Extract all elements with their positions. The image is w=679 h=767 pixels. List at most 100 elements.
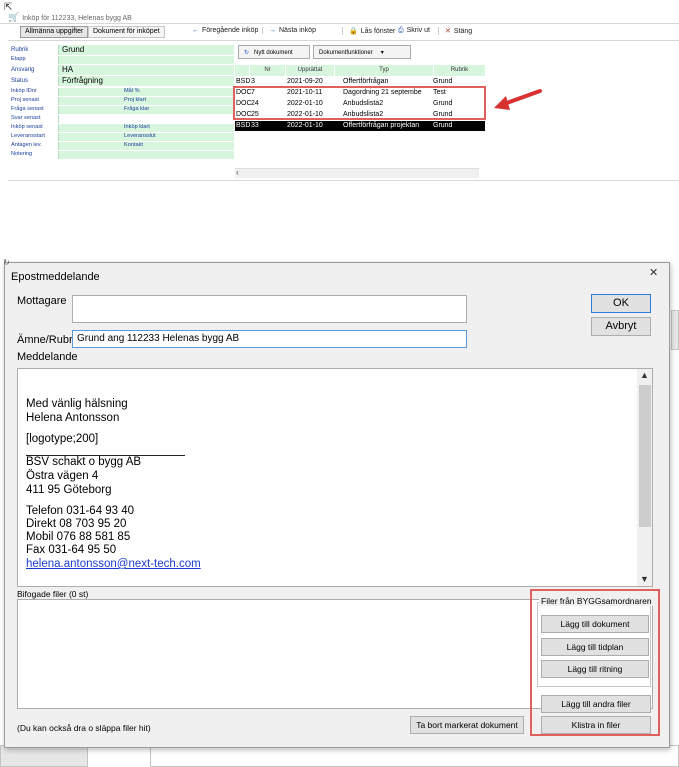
row-date: 2022-01-10 [287, 122, 323, 129]
subject-field[interactable]: Grund ang 112233 Helenas bygg AB [72, 330, 467, 348]
field-label: Rubrik [11, 47, 29, 53]
document-functions-label: Dokumentfunktioner [319, 50, 373, 56]
ok-button[interactable]: OK [591, 294, 651, 313]
field-value[interactable] [58, 142, 234, 150]
field-row: Status Förfrågning [10, 76, 234, 86]
message-line: Med vänlig hälsning [26, 398, 128, 410]
field-row: Inköp IDnr Mål % [10, 88, 234, 96]
scroll-down-icon[interactable]: ▼ [640, 574, 649, 584]
field-etapp[interactable] [58, 56, 234, 64]
new-document-button[interactable]: ↻ Nytt dokument [238, 45, 310, 59]
field-row: Etapp [10, 56, 234, 64]
field-label: Kontakt [124, 142, 143, 148]
new-document-label: Nytt dokument [254, 50, 293, 56]
field-label: Leveransstart [11, 133, 45, 139]
previous-purchase-label: Föregående inköp [202, 27, 259, 34]
document-functions-dropdown[interactable]: Dokumentfunktioner ▾ [313, 45, 411, 59]
field-row: Fråga senast Fråga klar [10, 106, 234, 114]
field-label: Fråga senast [11, 106, 44, 112]
divider [8, 180, 679, 181]
field-label: Inköp senast [11, 124, 43, 130]
background-window [0, 745, 88, 767]
field-label: Leveransslut [124, 133, 156, 139]
message-label: Meddelande [17, 351, 78, 363]
column-header[interactable]: Upprättat [286, 65, 334, 76]
field-label: Proj senast [11, 97, 39, 103]
field-ansvarig[interactable]: HA [58, 65, 234, 75]
printer-icon: ⎙ [398, 27, 404, 34]
field-label: Svar senast [11, 115, 41, 121]
row-title: Grund [433, 122, 453, 129]
column-header[interactable]: Rubrik [434, 65, 485, 76]
drag-drop-hint: (Du kan också dra o släppa filer hit) [17, 723, 151, 733]
field-row: Proj senast Proj klart [10, 97, 234, 105]
lock-window-label: Lås fönster [360, 28, 396, 35]
column-header[interactable]: Typ [335, 65, 433, 76]
tab-documents[interactable]: Dokument för inköpet [88, 26, 165, 38]
scroll-up-icon[interactable]: ▲ [640, 370, 649, 380]
column-header[interactable]: Nr [250, 65, 285, 76]
message-line: Direkt 08 703 95 20 [26, 518, 127, 530]
message-line: Helena Antonsson [26, 412, 120, 424]
field-row: Notering [10, 151, 234, 159]
close-window-button[interactable]: ✕ Stäng [438, 27, 472, 35]
field-label: Notering [11, 151, 33, 157]
close-icon[interactable]: ✕ [649, 266, 658, 279]
remove-marked-document-button[interactable]: Ta bort markerat dokument [410, 716, 524, 734]
background-window [150, 745, 679, 767]
recipient-field[interactable] [72, 295, 467, 323]
divider [8, 40, 679, 41]
message-line: Fax 031-64 95 50 [26, 544, 117, 556]
field-value[interactable] [58, 88, 234, 96]
dialog-title: Epostmeddelande [11, 271, 100, 283]
field-label: Proj klart [124, 97, 147, 103]
email-link[interactable]: helena.antonsson@next-tech.com [26, 558, 201, 570]
highlight-box [530, 589, 660, 736]
refresh-icon: ↻ [3, 258, 10, 267]
highlight-box [233, 86, 486, 120]
field-status[interactable]: Förfrågning [58, 76, 234, 86]
field-label: Inköp IDnr [11, 88, 37, 94]
cancel-button[interactable]: Avbryt [591, 317, 651, 336]
close-window-label: Stäng [453, 28, 473, 35]
field-label: Inköp klart [124, 124, 150, 130]
field-label: Antagen lev. [11, 142, 42, 148]
field-label: Mål % [124, 88, 140, 94]
message-line: [logotype;200] [26, 433, 99, 445]
message-line: 411 95 Göteborg [26, 484, 112, 496]
email-dialog: ↻ Epostmeddelande ✕ Mottagare Ämne/Rubri… [3, 258, 670, 748]
arrow-right-icon: → [269, 27, 276, 34]
field-row: Antagen lev. Kontakt [10, 142, 234, 150]
scroll-left-icon[interactable]: ‹ [236, 168, 239, 177]
field-label: Etapp [11, 56, 26, 62]
message-body[interactable]: Med vänlig hälsning Helena Antonsson [lo… [17, 368, 653, 587]
lock-window-button[interactable]: 🔒 Lås fönster [342, 27, 395, 35]
field-rubrik[interactable]: Grund [58, 45, 234, 55]
window-title-text: Inköp för 112233, Helenas bygg AB [22, 15, 132, 22]
cart-icon: 🛒 [8, 12, 20, 22]
column-header [235, 65, 249, 76]
scrollbar-thumb[interactable] [639, 385, 651, 527]
field-label: Ansvarig [11, 67, 35, 73]
vertical-scrollbar[interactable]: ▲ ▼ [637, 369, 652, 586]
message-line: Telefon 031-64 93 40 [26, 505, 135, 517]
purchase-window: ⇱ 🛒 Inköp för 112233, Helenas bygg AB All… [0, 0, 679, 186]
message-line: Östra vägen 4 [26, 470, 99, 482]
field-value[interactable] [58, 151, 234, 159]
table-row-selected[interactable]: BSD 33 2022-01-10 Offertförfrågan projek… [235, 121, 485, 131]
field-row: Svar senast [10, 115, 234, 123]
field-label: Fråga klar [124, 106, 150, 112]
attachments-label: Bifogade filer (0 st) [17, 589, 89, 599]
lock-icon: 🔒 [349, 28, 358, 35]
field-value[interactable] [58, 115, 234, 123]
horizontal-scrollbar[interactable]: ‹ [235, 168, 479, 178]
tab-general[interactable]: Allmänna uppgifter [20, 26, 89, 38]
previous-purchase-button[interactable]: ← Föregående inköp [192, 27, 258, 34]
print-label: Skriv ut [406, 27, 430, 34]
next-purchase-button[interactable]: → Nästa inköp [262, 27, 316, 34]
row-type: Offertförfrågan projektan [343, 122, 420, 129]
message-line: BSV schakt o bygg AB [26, 456, 142, 468]
field-row: Leveransstart Leveransslut [10, 133, 234, 141]
field-row: Ansvarig HA [10, 65, 234, 75]
print-button[interactable]: ⎙ Skriv ut [398, 27, 430, 35]
